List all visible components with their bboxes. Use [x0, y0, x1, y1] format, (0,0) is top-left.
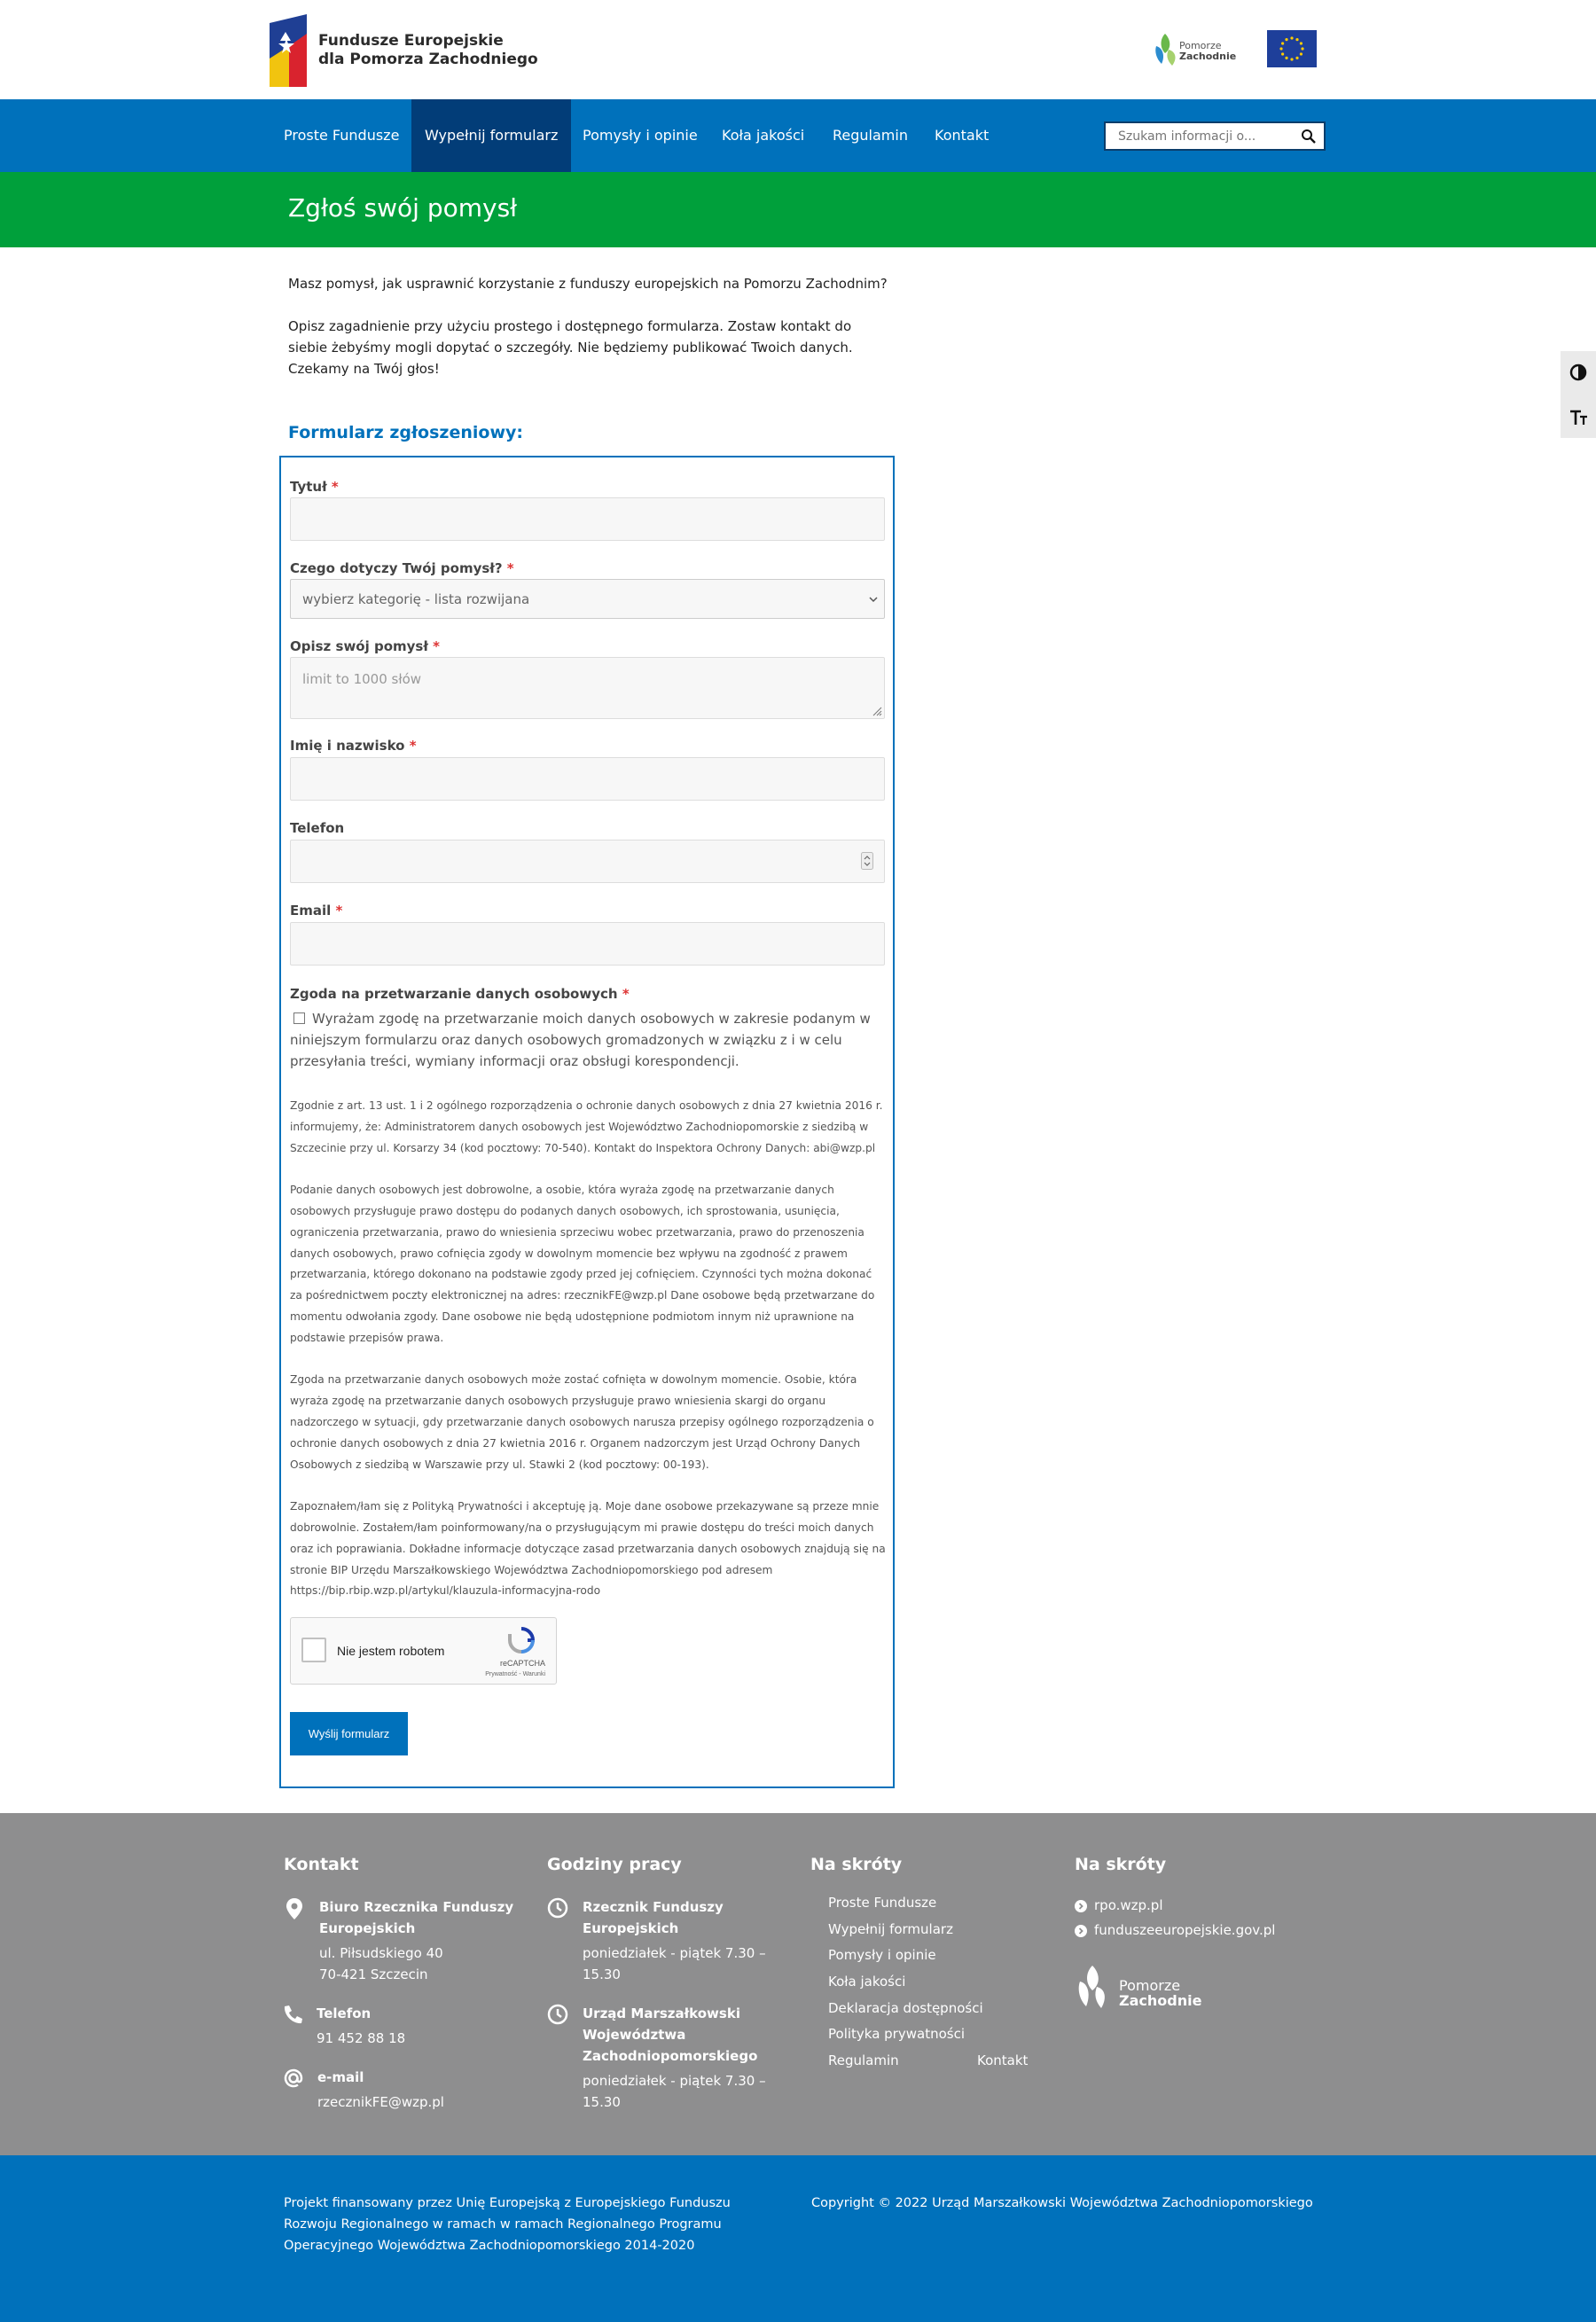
- footer-link-regulamin[interactable]: Regulamin: [828, 2052, 899, 2068]
- gdpr-info: Zgodnie z art. 13 ust. 1 i 2 ogólnego ro…: [290, 1096, 886, 1623]
- email-input[interactable]: [290, 922, 885, 966]
- fundusze-europejskie-logo[interactable]: Fundusze Europejskie dla Pomorza Zachodn…: [270, 14, 538, 87]
- consent-checkbox[interactable]: [293, 1012, 305, 1024]
- consent-checkbox-row: Wyrażam zgodę na przetwarzanie moich dan…: [290, 1008, 884, 1072]
- resize-handle-icon[interactable]: [872, 706, 882, 716]
- footer-hours-heading: Godziny pracy: [547, 1855, 682, 1874]
- footer-office: Biuro Rzecznika Funduszy Europejskich ul…: [319, 1899, 514, 1982]
- footer-link-pomysly-i-opinie[interactable]: Pomysły i opinie: [828, 1947, 936, 1963]
- eu-flag-icon: [1267, 30, 1317, 67]
- bottom-bar: Projekt finansowany przez Unię Europejsk…: [0, 2155, 1596, 2322]
- location-pin-icon: [286, 1898, 302, 1919]
- submission-form: Tytuł * Czego dotyczy Twój pomysł? * wyb…: [279, 456, 895, 1788]
- footer-link-proste-fundusze[interactable]: Proste Fundusze: [828, 1895, 936, 1911]
- description-placeholder: limit to 1000 słów: [302, 671, 422, 687]
- footer-link-wypelnij-formularz[interactable]: Wypełnij formularz: [828, 1921, 953, 1937]
- intro-paragraph-2: Opisz zagadnienie przy użyciu prostego i…: [288, 318, 853, 377]
- phone-icon: [284, 2005, 302, 2024]
- consent-text: Wyrażam zgodę na przetwarzanie moich dan…: [290, 1011, 871, 1069]
- recaptcha-brand: reCAPTCHA: [499, 1659, 545, 1668]
- footer-email: e-mail rzecznikFE@wzp.pl: [317, 2069, 444, 2110]
- form-heading: Formularz zgłoszeniowy:: [288, 423, 523, 442]
- nav-item-pomysly-i-opinie[interactable]: Pomysły i opinie: [570, 99, 710, 172]
- intro-paragraph-1: Masz pomysł, jak usprawnić korzystanie z…: [288, 276, 888, 292]
- footer-link-kola-jakosci[interactable]: Koła jakości: [828, 1974, 905, 1990]
- email-label: Email *: [290, 903, 343, 919]
- footer-link-kontakt[interactable]: Kontakt: [977, 2052, 1028, 2068]
- footer-phone: Telefon 91 452 88 18: [317, 2005, 406, 2046]
- fe-logo-icon: [270, 14, 307, 87]
- contrast-toggle-button[interactable]: [1561, 351, 1596, 394]
- clock-icon: [547, 2004, 568, 2025]
- nav-item-wypelnij-formularz[interactable]: Wypełnij formularz: [411, 99, 572, 172]
- search-box: [1104, 121, 1326, 151]
- category-select[interactable]: wybierz kategorię - lista rozwijana: [290, 579, 885, 619]
- page-title: Zgłoś swój pomysł: [288, 193, 518, 223]
- footer-link-rpo[interactable]: rpo.wzp.pl: [1094, 1897, 1163, 1913]
- search-input[interactable]: [1106, 123, 1292, 149]
- at-sign-icon: [284, 2068, 303, 2088]
- pomorze-leaf-icon: [1078, 1966, 1105, 2008]
- page-banner: Zgłoś swój pomysł: [0, 172, 1596, 247]
- gdpr-paragraph-2: Podanie danych osobowych jest dobrowolne…: [290, 1184, 875, 1344]
- footer-shortcuts-heading: Na skróty: [810, 1855, 903, 1874]
- recaptcha-terms-link[interactable]: Prywatność - Warunki: [485, 1671, 545, 1677]
- search-icon[interactable]: [1301, 129, 1317, 145]
- recaptcha-label: Nie jestem robotem: [337, 1644, 445, 1658]
- name-input[interactable]: [290, 757, 885, 801]
- category-label: Czego dotyczy Twój pomysł? *: [290, 560, 514, 576]
- arrow-circle-icon: [1075, 1925, 1087, 1937]
- gdpr-paragraph-4: Zapoznałem/łam się z Polityką Prywatnośc…: [290, 1500, 886, 1598]
- footer-pomorze-text: Pomorze Zachodnie: [1119, 1977, 1202, 2009]
- phone-input[interactable]: [290, 840, 885, 883]
- funding-note: Projekt finansowany przez Unię Europejsk…: [284, 2196, 731, 2253]
- nav-item-kola-jakosci[interactable]: Koła jakości: [709, 99, 817, 172]
- footer-hours-2: Urząd Marszałkowski Województwa Zachodni…: [583, 2005, 766, 2110]
- pomorze-logo-text: Pomorze Zachodnie: [1179, 40, 1237, 62]
- phone-label: Telefon: [290, 820, 345, 836]
- footer-pomorze-logo[interactable]: Pomorze Zachodnie: [1075, 1962, 1201, 2012]
- site-footer: Kontakt Biuro Rzecznika Funduszy Europej…: [0, 1813, 1596, 2155]
- number-stepper-icon[interactable]: [861, 852, 873, 870]
- copyright: Copyright © 2022 Urząd Marszałkowski Woj…: [811, 2196, 1313, 2210]
- pomorze-leaf-icon: [1155, 34, 1176, 66]
- pomorze-zachodnie-logo[interactable]: Pomorze Zachodnie: [1153, 30, 1236, 69]
- recaptcha-logo-icon: [508, 1627, 536, 1654]
- nav-item-regulamin[interactable]: Regulamin: [820, 99, 920, 172]
- recaptcha-checkbox[interactable]: [301, 1638, 326, 1662]
- nav-item-kontakt[interactable]: Kontakt: [922, 99, 1001, 172]
- gdpr-paragraph-3: Zgoda na przetwarzanie danych osobowych …: [290, 1373, 874, 1471]
- title-label: Tytuł *: [290, 479, 339, 495]
- footer-link-deklaracja-dostepnosci[interactable]: Deklaracja dostępności: [828, 2000, 983, 2016]
- submit-button[interactable]: Wyślij formularz: [290, 1712, 408, 1755]
- footer-contact-heading: Kontakt: [284, 1855, 359, 1874]
- clock-icon: [547, 1897, 568, 1919]
- main-nav: Proste Fundusze Wypełnij formularz Pomys…: [0, 99, 1596, 172]
- logo-text: Fundusze Europejskie dla Pomorza Zachodn…: [318, 32, 538, 68]
- text-size-icon: [1570, 410, 1587, 425]
- consent-label: Zgoda na przetwarzanie danych osobowych …: [290, 986, 630, 1002]
- accessibility-toolbar: [1561, 351, 1596, 438]
- chevron-down-icon: [869, 597, 878, 603]
- recaptcha-widget: Nie jestem robotem reCAPTCHA Prywatność …: [290, 1617, 557, 1685]
- footer-external-heading: Na skróty: [1075, 1855, 1167, 1874]
- title-input[interactable]: [290, 497, 885, 541]
- footer-link-polityka-prywatnosci[interactable]: Polityka prywatności: [828, 2026, 965, 2042]
- nav-item-proste-fundusze[interactable]: Proste Fundusze: [271, 99, 411, 172]
- font-size-toggle-button[interactable]: [1561, 395, 1596, 438]
- site-header: Fundusze Europejskie dla Pomorza Zachodn…: [0, 0, 1596, 99]
- intro-text: Masz pomysł, jak usprawnić korzystanie z…: [288, 273, 891, 401]
- arrow-circle-icon: [1075, 1900, 1087, 1912]
- category-select-value: wybierz kategorię - lista rozwijana: [302, 591, 530, 607]
- gdpr-paragraph-1: Zgodnie z art. 13 ust. 1 i 2 ogólnego ro…: [290, 1099, 883, 1154]
- footer-hours-1: Rzecznik Funduszy Europejskich poniedzia…: [583, 1899, 766, 1982]
- footer-link-funduszeeuropejskie[interactable]: funduszeeuropejskie.gov.pl: [1094, 1922, 1275, 1938]
- description-textarea[interactable]: limit to 1000 słów: [290, 657, 885, 719]
- name-label: Imię i nazwisko *: [290, 738, 417, 754]
- description-label: Opisz swój pomysł *: [290, 638, 441, 654]
- contrast-icon: [1569, 364, 1587, 381]
